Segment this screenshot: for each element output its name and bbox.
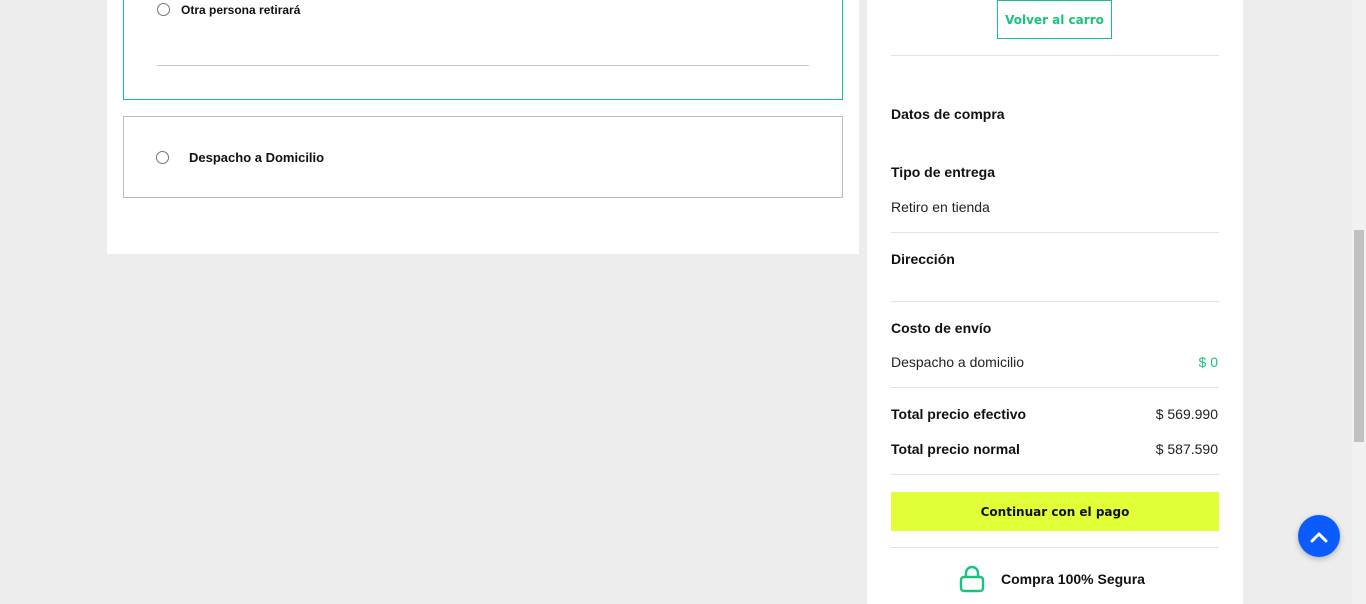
home-delivery-label[interactable]: Despacho a Domicilio: [189, 150, 324, 165]
scrollbar-thumb[interactable]: [1354, 230, 1364, 442]
delivery-type-value: Retiro en tienda: [891, 199, 990, 215]
shipping-cost-title: Costo de envío: [891, 320, 992, 336]
total-normal-label: Total precio normal: [891, 441, 1020, 457]
other-person-label[interactable]: Otra persona retirará: [181, 3, 300, 17]
delivery-type-title: Tipo de entrega: [891, 164, 995, 180]
divider: [891, 474, 1219, 475]
total-cash-value: $ 569.990: [1155, 406, 1218, 422]
address-title: Dirección: [891, 251, 955, 267]
divider: [891, 232, 1219, 233]
continue-payment-button[interactable]: Continuar con el pago: [891, 492, 1219, 531]
back-to-cart-button[interactable]: Volver al carro: [997, 0, 1112, 39]
secure-purchase-badge: Compra 100% Segura: [959, 565, 1145, 593]
divider: [891, 301, 1219, 302]
divider: [891, 547, 1219, 548]
total-cash-label: Total precio efectivo: [891, 406, 1027, 422]
lock-icon: [959, 565, 985, 593]
secure-purchase-label: Compra 100% Segura: [1001, 571, 1145, 587]
other-person-radio[interactable]: [157, 3, 170, 16]
shipping-cost-value: $ 0: [1198, 354, 1218, 370]
divider: [891, 55, 1219, 56]
purchase-data-title: Datos de compra: [891, 106, 1005, 122]
chevron-up-icon: [1310, 530, 1328, 543]
home-delivery-radio[interactable]: [156, 151, 169, 164]
scrollbar[interactable]: [1352, 0, 1366, 604]
divider: [891, 387, 1219, 388]
total-normal-value: $ 587.590: [1155, 441, 1218, 457]
scroll-to-top-button[interactable]: [1298, 515, 1340, 557]
shipping-method: Despacho a domicilio: [891, 354, 1025, 370]
option-divider: [157, 65, 809, 66]
